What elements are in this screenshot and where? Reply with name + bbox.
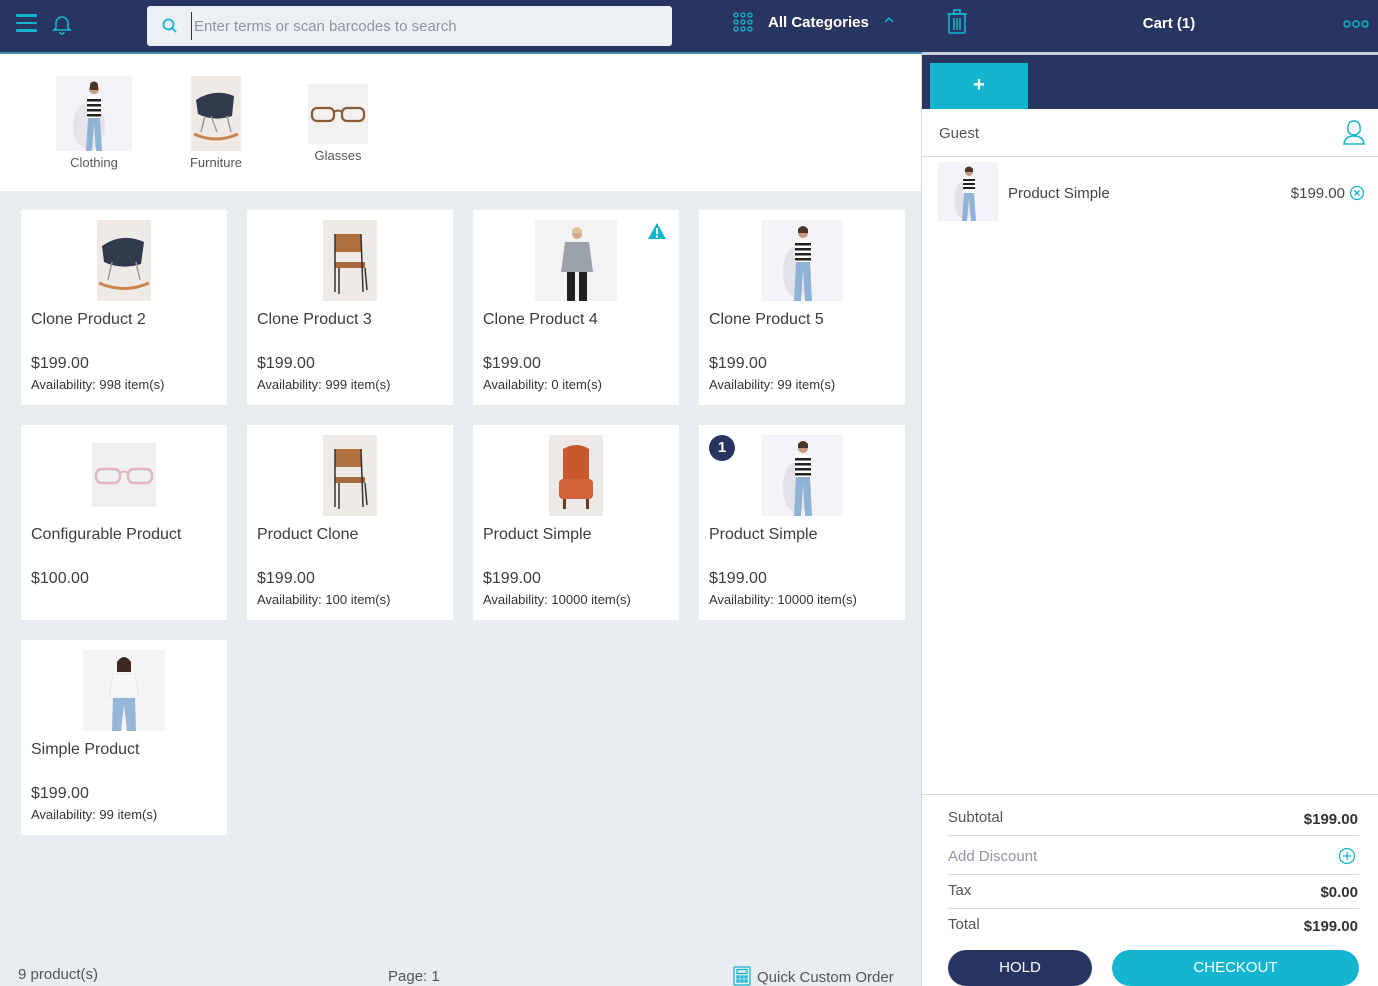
chair-photo [191, 76, 241, 151]
product-price: $199.00 [483, 570, 541, 587]
cart-quantity-badge: 1 [709, 435, 735, 461]
product-availability: Availability: 999 item(s) [257, 377, 391, 392]
cart-item-name[interactable]: Product Simple [1008, 185, 1110, 202]
product-name: Clone Product 2 [31, 311, 146, 328]
divider [948, 874, 1359, 875]
product-price: $199.00 [257, 355, 315, 372]
product-price: $199.00 [709, 570, 767, 587]
warning-icon [648, 223, 666, 239]
product-card[interactable]: Clone Product 4 $199.00 Availability: 0 … [473, 210, 679, 405]
subtotal-label: Subtotal [948, 809, 1004, 826]
product-availability: Availability: 99 item(s) [31, 807, 158, 822]
category-furniture[interactable]: Furniture [176, 76, 256, 170]
product-count: 9 product(s) [18, 966, 99, 983]
calculator-icon [733, 966, 751, 986]
product-name: Simple Product [31, 741, 140, 758]
totals-divider [922, 794, 1378, 795]
cart-panel: + Guest Product Simple $199.00 Subtotal … [921, 55, 1378, 986]
cart-tab-bar: + [922, 55, 1378, 109]
tax-label: Tax [948, 882, 972, 899]
product-name: Product Simple [709, 526, 818, 543]
product-price: $199.00 [31, 355, 89, 372]
product-name: Product Simple [483, 526, 592, 543]
quick-custom-order-label: Quick Custom Order [757, 969, 894, 986]
total-label: Total [948, 916, 980, 933]
striped-top-photo [761, 435, 843, 516]
glasses-photo [308, 84, 368, 144]
product-price: $199.00 [257, 570, 315, 587]
search-box [147, 6, 672, 46]
category-glasses[interactable]: Glasses [298, 84, 378, 163]
product-card[interactable]: Product Simple $199.00 Availability: 100… [473, 425, 679, 620]
product-name: Product Clone [257, 526, 359, 543]
customer-icon[interactable] [1342, 119, 1366, 145]
white-blouse-photo [83, 650, 165, 731]
wooden-chair-photo [323, 220, 377, 301]
wooden-chair-photo [323, 435, 377, 516]
category-selector[interactable]: All Categories [768, 14, 869, 31]
product-name: Configurable Product [31, 526, 182, 543]
cart-title: Cart (1) [1142, 15, 1196, 32]
product-availability: Availability: 100 item(s) [257, 592, 391, 607]
product-card[interactable]: Clone Product 3 $199.00 Availability: 99… [247, 210, 453, 405]
pink-glasses-photo [92, 443, 156, 507]
product-card[interactable]: 1 Product Simple $199.00 Availability: 1… [699, 425, 905, 620]
category-label: Glasses [314, 148, 362, 163]
subtotal-value: $199.00 [1303, 811, 1358, 828]
grid-icon[interactable] [733, 12, 753, 32]
product-name: Clone Product 3 [257, 311, 372, 328]
category-strip: Clothing Furniture Glasses [0, 54, 921, 191]
rocking-chair-photo [97, 220, 151, 301]
striped-top-photo [761, 220, 843, 301]
product-card[interactable]: Product Clone $199.00 Availability: 100 … [247, 425, 453, 620]
hold-button[interactable]: HOLD [948, 950, 1092, 986]
product-availability: Availability: 99 item(s) [709, 377, 836, 392]
category-label: Furniture [189, 155, 243, 170]
cart-item-price: $199.00 [1290, 185, 1345, 202]
clothing-photo [56, 76, 132, 151]
quick-custom-order-button[interactable]: Quick Custom Order [733, 966, 894, 986]
remove-item-icon[interactable] [1349, 185, 1365, 201]
more-options-icon[interactable] [1343, 19, 1369, 29]
divider [948, 908, 1359, 909]
divider [948, 835, 1359, 836]
plus-circle-icon[interactable] [1338, 847, 1356, 865]
add-cart-tab-button[interactable]: + [930, 63, 1028, 109]
menu-icon[interactable] [16, 14, 38, 34]
product-name: Clone Product 4 [483, 311, 598, 328]
product-price: $199.00 [709, 355, 767, 372]
chevron-up-icon[interactable] [883, 15, 895, 25]
category-label: Clothing [70, 155, 118, 170]
product-price: $100.00 [31, 570, 89, 587]
bell-icon[interactable] [50, 12, 74, 36]
checkout-button[interactable]: CHECKOUT [1112, 950, 1359, 986]
search-input[interactable] [191, 12, 661, 40]
trash-icon[interactable] [946, 9, 968, 35]
product-availability: Availability: 10000 item(s) [709, 592, 857, 607]
total-value: $199.00 [1303, 918, 1358, 935]
tax-value: $0.00 [1320, 884, 1358, 901]
customer-name[interactable]: Guest [939, 125, 979, 142]
product-availability: Availability: 0 item(s) [483, 377, 602, 392]
category-clothing[interactable]: Clothing [54, 76, 134, 170]
product-card[interactable]: Clone Product 2 $199.00 Availability: 99… [21, 210, 227, 405]
search-icon [162, 18, 177, 33]
divider [922, 156, 1378, 157]
page-indicator: Page: 1 [388, 968, 440, 985]
product-card[interactable]: Simple Product $199.00 Availability: 99 … [21, 640, 227, 835]
product-card[interactable]: Configurable Product $100.00 [21, 425, 227, 620]
orange-armchair-photo [549, 435, 603, 516]
add-discount-button[interactable]: Add Discount [948, 848, 1037, 865]
product-availability: Availability: 10000 item(s) [483, 592, 631, 607]
product-availability: Availability: 998 item(s) [31, 377, 165, 392]
product-name: Clone Product 5 [709, 311, 824, 328]
product-price: $199.00 [31, 785, 89, 802]
product-price: $199.00 [483, 355, 541, 372]
product-card[interactable]: Clone Product 5 $199.00 Availability: 99… [699, 210, 905, 405]
grey-sweater-photo [535, 220, 617, 301]
cart-item-photo [938, 162, 998, 221]
